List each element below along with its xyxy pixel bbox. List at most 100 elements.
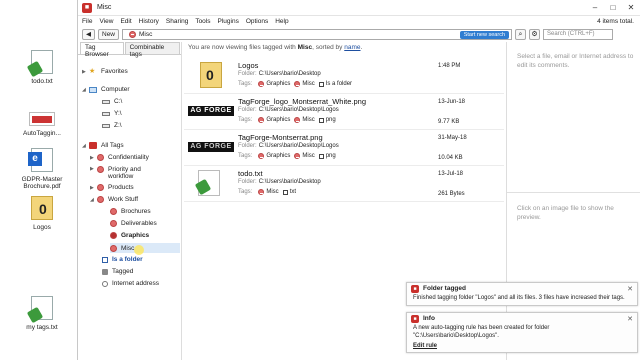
file-size: 261 Bytes [438, 191, 465, 197]
tree-item-favorites[interactable]: ▶ Favorites [82, 67, 128, 75]
tag-chip-label: Misc [302, 153, 315, 159]
tag-chip[interactable]: Graphics [258, 81, 290, 87]
tag-chip[interactable]: Misc [294, 153, 315, 159]
tree-item-confidentiality[interactable]: ▶ Confidentiality [90, 154, 149, 161]
menu-plugins[interactable]: Plugins [218, 18, 239, 25]
file-type-icon [318, 153, 324, 159]
tag-chip[interactable]: png [318, 153, 336, 159]
file-tags: Tags: Graphics Misc png [238, 117, 336, 123]
tree-item-graphics[interactable]: Graphics [110, 232, 149, 239]
back-button[interactable]: ◀ [82, 28, 95, 40]
collapse-arrow-icon[interactable]: ◢ [82, 87, 89, 93]
tree-item-computer[interactable]: ◢ Computer [82, 86, 130, 93]
tree-item-drive-z[interactable]: Z:\ [102, 122, 122, 129]
file-row[interactable]: AG FORGE TagForge_logo_Montserrat_White.… [184, 94, 504, 130]
tree-item-deliverables[interactable]: Deliverables [110, 220, 157, 227]
tag-chip[interactable]: png [318, 117, 336, 123]
file-date: 13-Jun-18 [438, 99, 466, 105]
folder-flag-icon [102, 256, 108, 263]
expand-arrow-icon[interactable]: ▶ [90, 166, 97, 172]
desktop-icon-autotagging[interactable]: AutoTaggin... [12, 104, 72, 137]
tag-chip[interactable]: Misc [258, 189, 279, 195]
tag-chip[interactable]: Graphics [258, 117, 290, 123]
text-file-icon [198, 170, 220, 196]
tree-item-all-tags[interactable]: ◢ All Tags [82, 142, 124, 149]
tag-chip[interactable]: Misc [294, 81, 315, 87]
tag-chip[interactable]: Is a folder [318, 81, 352, 87]
breadcrumb[interactable]: Misc Start new search [122, 28, 513, 40]
tagged-icon [102, 268, 108, 275]
file-folder: Folder: C:\Users\bario\Desktop [238, 71, 321, 77]
file-folder: Folder: C:\Users\bario\Desktop\Logos [238, 143, 339, 149]
tag-chip-label: txt [289, 189, 297, 195]
notification-title: Info [423, 315, 435, 322]
settings-icon[interactable]: ⚙ [529, 28, 541, 40]
expand-arrow-icon[interactable]: ▶ [90, 155, 97, 161]
tree-item-drive-c[interactable]: C:\ [102, 98, 122, 105]
tree-item-brochures[interactable]: Brochures [110, 208, 151, 215]
desktop-icon-gdpr-pdf[interactable]: GDPR-Master Brochure.pdf [12, 148, 72, 190]
sort-link[interactable]: name [344, 44, 360, 51]
panel-divider[interactable] [507, 192, 640, 193]
close-icon[interactable]: ✕ [627, 315, 633, 323]
tag-chip[interactable]: txt [282, 189, 297, 195]
tab-tag-browser[interactable]: Tag Browser [80, 42, 124, 58]
menu-tools[interactable]: Tools [195, 18, 210, 25]
menu-help[interactable]: Help [275, 18, 288, 25]
title-bar[interactable]: ■ Misc – □ ✕ [78, 0, 640, 16]
expand-arrow-icon[interactable]: ▶ [82, 69, 89, 75]
desktop-icon-todo[interactable]: todo.txt [12, 50, 72, 85]
menu-file[interactable]: File [82, 18, 92, 25]
folder-label: Folder: [238, 143, 257, 149]
tree-item-tagged[interactable]: Tagged [102, 268, 133, 275]
tag-icon [258, 117, 265, 123]
file-row[interactable]: todo.txt Folder: C:\Users\bario\Desktop T… [184, 166, 504, 202]
tree-item-products[interactable]: ▶ Products [90, 184, 134, 191]
tree-label: Graphics [121, 232, 150, 239]
notification-title: Folder tagged [423, 285, 466, 292]
close-button[interactable]: ✕ [622, 3, 640, 12]
edit-rule-link[interactable]: Edit rule [407, 343, 637, 352]
file-row[interactable]: Logos Folder:C:\Users\bario\Desktop Tags… [184, 58, 504, 94]
tag-chip-label: Graphics [266, 117, 291, 123]
folder-thumbnail-icon [200, 62, 222, 88]
menu-view[interactable]: View [99, 18, 113, 25]
desktop-icon-label: todo.txt [31, 78, 53, 85]
text-file-icon [31, 50, 53, 74]
desktop-icon-label: GDPR-Master Brochure.pdf [21, 176, 63, 190]
search-input[interactable]: Search (CTRL+F) [543, 28, 614, 40]
desktop-icon-mytags[interactable]: my tags.txt [12, 296, 72, 331]
maximize-button[interactable]: □ [604, 3, 622, 12]
collapse-arrow-icon[interactable]: ◢ [82, 143, 89, 149]
menu-options[interactable]: Options [246, 18, 268, 25]
tree-item-work-stuff[interactable]: ◢ Work Stuff [90, 196, 138, 203]
desktop-icon-logos[interactable]: Logos [12, 196, 72, 231]
expand-arrow-icon[interactable]: ▶ [90, 185, 97, 191]
menu-history[interactable]: History [139, 18, 159, 25]
tree-item-is-a-folder[interactable]: Is a folder [102, 256, 143, 263]
file-size: 9.77 KB [438, 119, 460, 125]
tags-label: Tags: [238, 189, 253, 195]
tag-chip[interactable]: Graphics [258, 153, 290, 159]
tree-item-drive-y[interactable]: Y:\ [102, 110, 122, 117]
tree-item-internet-address[interactable]: Internet address [102, 280, 159, 287]
menu-sharing[interactable]: Sharing [166, 18, 188, 25]
minimize-button[interactable]: – [586, 3, 604, 12]
start-new-search-button[interactable]: Start new search [459, 30, 510, 39]
file-name: TagForge_logo_Montserrat_White.png [238, 97, 366, 106]
file-row[interactable]: AG FORGE TagForge-Montserrat.png Folder:… [184, 130, 504, 166]
close-icon[interactable]: ✕ [627, 285, 633, 293]
tree-item-priority[interactable]: ▶ Priority and workflow [90, 166, 170, 180]
tag-chip[interactable]: Misc [294, 117, 315, 123]
tree-item-misc[interactable]: Misc [110, 243, 180, 253]
items-total-count: 4 items total. [597, 18, 634, 25]
viewing-status: You are now viewing files tagged with Mi… [188, 44, 363, 51]
search-icon[interactable]: ⌕ [515, 28, 527, 40]
notification-folder-tagged[interactable]: ■ Folder tagged ✕ Finished tagging folde… [406, 282, 638, 306]
new-button[interactable]: New [98, 28, 120, 40]
collapse-arrow-icon[interactable]: ◢ [90, 197, 97, 203]
tab-combinable-tags[interactable]: Combinable tags [124, 42, 180, 58]
menu-edit[interactable]: Edit [120, 18, 131, 25]
notification-info[interactable]: ■ Info ✕ A new auto-tagging rule has bee… [406, 312, 638, 353]
tag-icon [110, 232, 117, 239]
